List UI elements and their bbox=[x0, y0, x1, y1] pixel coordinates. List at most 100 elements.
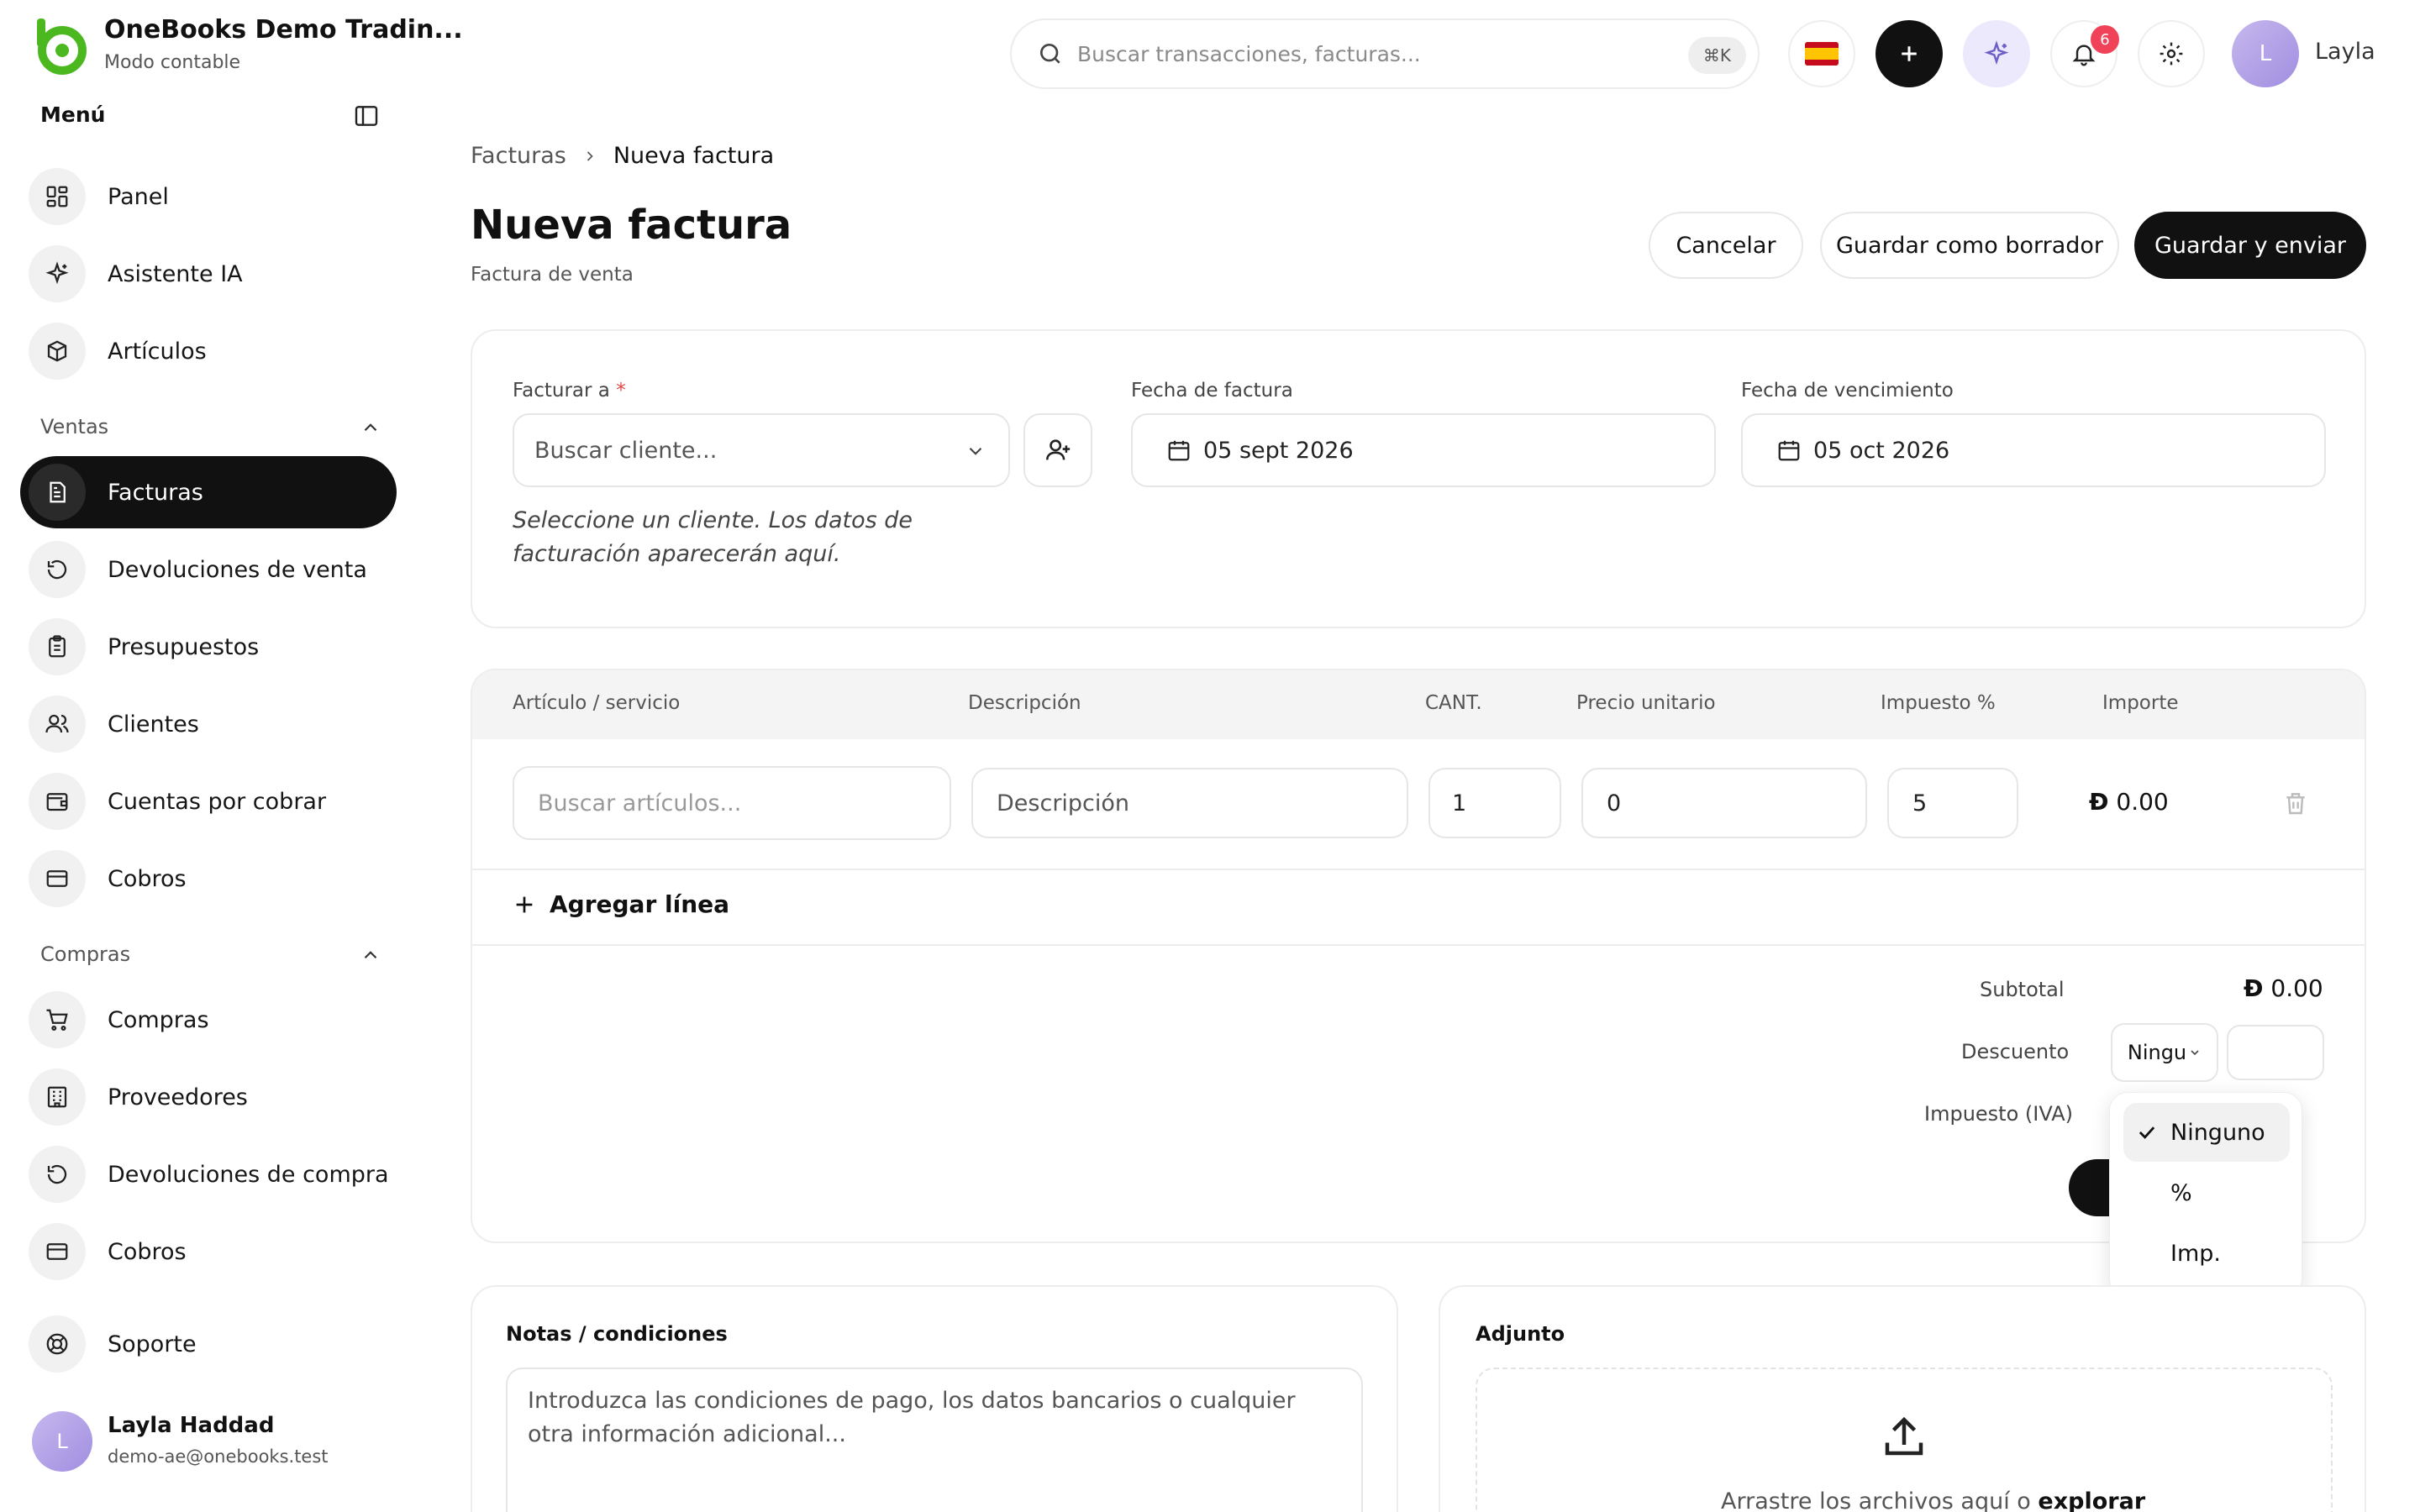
cancel-button[interactable]: Cancelar bbox=[1649, 212, 1803, 279]
customer-select[interactable]: Buscar cliente... bbox=[513, 413, 1010, 487]
brand-title: OneBooks Demo Tradin... bbox=[104, 15, 463, 45]
item-search-input[interactable]: Buscar artículos... bbox=[513, 766, 951, 840]
due-date-field[interactable]: 05 oct 2026 bbox=[1741, 413, 2326, 487]
menu-option-none[interactable]: Ninguno bbox=[2123, 1103, 2290, 1162]
discount-type-select[interactable]: Ningu bbox=[2111, 1023, 2218, 1082]
breadcrumb-link-invoices[interactable]: Facturas bbox=[471, 143, 566, 169]
clipboard-icon bbox=[29, 618, 86, 675]
discount-label: Descuento bbox=[1961, 1040, 2070, 1063]
browse-link[interactable]: explorar bbox=[2038, 1488, 2145, 1512]
file-dropzone[interactable]: Arrastre los archivos aquí o explorar bbox=[1476, 1368, 2333, 1512]
upload-icon bbox=[1879, 1411, 1929, 1462]
add-customer-button[interactable] bbox=[1023, 413, 1092, 487]
section-label-purchases: Compras bbox=[40, 942, 131, 966]
create-new-button[interactable] bbox=[1876, 20, 1943, 87]
attachment-card: Adjunto Arrastre los archivos aquí o exp… bbox=[1439, 1285, 2366, 1512]
menu-option-amount[interactable]: Imp. bbox=[2123, 1224, 2290, 1283]
menu-title: Menú bbox=[40, 102, 106, 127]
currency-symbol: Đ bbox=[2089, 788, 2109, 816]
ai-assistant-button[interactable] bbox=[1963, 20, 2030, 87]
header-avatar[interactable]: L bbox=[2232, 20, 2299, 87]
column-header-qty: CANT. bbox=[1425, 692, 1482, 714]
customer-hint: Seleccione un cliente. Los datos de fact… bbox=[513, 507, 913, 567]
sidebar-item-purchases[interactable]: Compras bbox=[20, 984, 397, 1056]
user-email: demo-ae@onebooks.test bbox=[108, 1446, 329, 1467]
search-input[interactable]: Buscar transacciones, facturas... bbox=[1077, 42, 1421, 66]
users-icon bbox=[29, 696, 86, 753]
sidebar-item-quotes[interactable]: Presupuestos bbox=[20, 611, 397, 683]
brand-subtitle: Modo contable bbox=[104, 52, 241, 73]
column-header-amount: Importe bbox=[2102, 692, 2179, 714]
sidebar-item-label: Clientes bbox=[108, 711, 199, 738]
chevron-up-icon[interactable] bbox=[360, 417, 381, 438]
sidebar: OneBooks Demo Tradin... Modo contable Me… bbox=[0, 0, 463, 1512]
notes-title: Notas / condiciones bbox=[506, 1322, 728, 1346]
sidebar-item-purchase-payments[interactable]: Cobros bbox=[20, 1215, 397, 1288]
user-name: Layla Haddad bbox=[108, 1413, 275, 1438]
save-draft-button[interactable]: Guardar como borrador bbox=[1820, 212, 2119, 279]
quantity-input[interactable]: 1 bbox=[1428, 768, 1561, 838]
notes-card: Notas / condiciones Introduzca las condi… bbox=[471, 1285, 1398, 1512]
description-input[interactable]: Descripción bbox=[971, 768, 1408, 838]
sidebar-item-label: Cuentas por cobrar bbox=[108, 788, 327, 815]
sidebar-item-purchase-returns[interactable]: Devoluciones de compra bbox=[20, 1138, 397, 1210]
sidebar-item-articles[interactable]: Artículos bbox=[20, 315, 397, 387]
column-header-unit-price: Precio unitario bbox=[1576, 692, 1716, 714]
breadcrumb-current: Nueva factura bbox=[613, 143, 775, 169]
sidebar-item-label: Devoluciones de venta bbox=[108, 556, 367, 583]
sidebar-item-label: Presupuestos bbox=[108, 633, 260, 660]
gear-icon bbox=[2158, 40, 2185, 67]
chevron-down-icon bbox=[2188, 1046, 2202, 1059]
sidebar-item-collections[interactable]: Cobros bbox=[20, 843, 397, 915]
sidebar-item-ai-assistant[interactable]: Asistente IA bbox=[20, 238, 397, 310]
brand-logo-icon[interactable] bbox=[30, 17, 89, 76]
add-line-button[interactable]: Agregar línea bbox=[511, 890, 729, 918]
sidebar-item-panel[interactable]: Panel bbox=[20, 160, 397, 233]
discount-type-menu: Ninguno % Imp. bbox=[2109, 1092, 2302, 1297]
trash-icon[interactable] bbox=[2282, 790, 2309, 816]
header-user-name[interactable]: Layla bbox=[2315, 39, 2375, 65]
sidebar-item-label: Asistente IA bbox=[108, 260, 243, 287]
notes-textarea[interactable]: Introduzca las condiciones de pago, los … bbox=[506, 1368, 1363, 1512]
search-shortcut-badge: ⌘K bbox=[1687, 37, 1746, 74]
invoice-date-field[interactable]: 05 sept 2026 bbox=[1131, 413, 1716, 487]
sidebar-item-label: Facturas bbox=[108, 479, 203, 506]
unit-price-input[interactable]: 0 bbox=[1581, 768, 1867, 838]
sidebar-item-suppliers[interactable]: Proveedores bbox=[20, 1061, 397, 1133]
tax-vat-label: Impuesto (IVA) bbox=[1924, 1102, 2073, 1126]
menu-option-percent[interactable]: % bbox=[2123, 1163, 2290, 1222]
notification-count-badge: 6 bbox=[2091, 25, 2119, 54]
calendar-icon bbox=[1776, 438, 1802, 463]
sidebar-item-receivables[interactable]: Cuentas por cobrar bbox=[20, 765, 397, 837]
attachment-title: Adjunto bbox=[1476, 1322, 1565, 1346]
plus-icon bbox=[1897, 41, 1922, 66]
discount-value-input[interactable] bbox=[2227, 1025, 2324, 1080]
sidebar-item-label: Compras bbox=[108, 1006, 209, 1033]
sidebar-item-sales-returns[interactable]: Devoluciones de venta bbox=[20, 533, 397, 606]
tax-percent-input[interactable]: 5 bbox=[1887, 768, 2018, 838]
avatar[interactable]: L bbox=[32, 1411, 92, 1472]
chevron-up-icon[interactable] bbox=[360, 944, 381, 966]
user-plus-icon bbox=[1044, 436, 1072, 465]
card-icon bbox=[29, 850, 86, 907]
language-flag-button[interactable] bbox=[1788, 20, 1855, 87]
notifications-button[interactable]: 6 bbox=[2050, 20, 2119, 87]
collapse-sidebar-icon[interactable] bbox=[353, 102, 380, 129]
lifebuoy-icon bbox=[29, 1315, 86, 1373]
sidebar-item-label: Panel bbox=[108, 183, 169, 210]
page-subtitle: Factura de venta bbox=[471, 264, 634, 286]
column-header-tax: Impuesto % bbox=[1881, 692, 1996, 714]
sidebar-item-customers[interactable]: Clientes bbox=[20, 688, 397, 760]
sidebar-item-label: Artículos bbox=[108, 338, 207, 365]
global-search[interactable]: Buscar transacciones, facturas... ⌘K bbox=[1010, 18, 1760, 89]
sidebar-item-invoices[interactable]: Facturas bbox=[20, 456, 397, 528]
sidebar-item-support[interactable]: Soporte bbox=[20, 1308, 397, 1380]
sparkles-icon bbox=[1983, 40, 2010, 67]
chevron-right-icon bbox=[581, 148, 598, 165]
dropzone-text: Arrastre los archivos aquí o explorar bbox=[1721, 1488, 2145, 1512]
chevron-down-icon bbox=[965, 440, 986, 462]
bill-to-label: Facturar a * bbox=[513, 380, 626, 402]
save-send-button[interactable]: Guardar y enviar bbox=[2134, 212, 2366, 279]
divider bbox=[472, 944, 2365, 946]
settings-button[interactable] bbox=[2138, 20, 2205, 87]
